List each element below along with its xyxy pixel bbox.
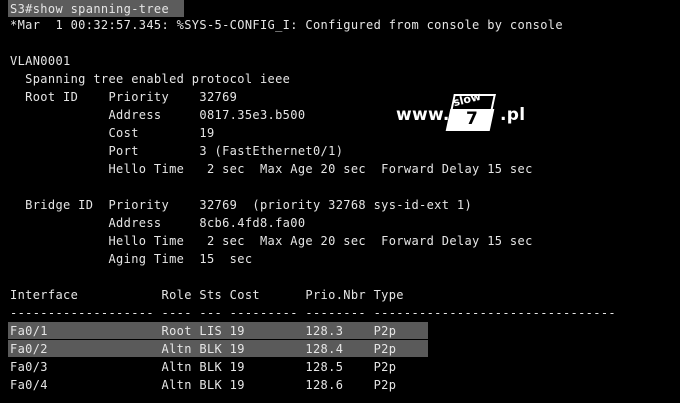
bridge-id-hello-time: Hello Time 2 sec Max Age 20 sec Forward … [10, 234, 533, 248]
vlan-name: VLAN0001 [10, 54, 71, 68]
protocol-line: Spanning tree enabled protocol ieee [10, 72, 291, 86]
terminal-window[interactable]: S3#show spanning-tree *Mar 1 00:32:57.34… [0, 0, 680, 403]
table-row: Fa0/2 Altn BLK 19 128.4 P2p [10, 342, 397, 356]
root-id-priority: Root ID Priority 32769 [10, 90, 238, 104]
table-row: Fa0/4 Altn BLK 19 128.6 P2p [10, 378, 397, 392]
table-header: Interface Role Sts Cost Prio.Nbr Type [10, 288, 404, 302]
bridge-id-priority: Bridge ID Priority 32769 (priority 32768… [10, 198, 473, 212]
log-message: *Mar 1 00:32:57.345: %SYS-5-CONFIG_I: Co… [10, 18, 563, 32]
watermark-badge: slow 7 [445, 90, 496, 132]
watermark-suffix: .pl [500, 105, 526, 125]
root-id-cost: Cost 19 [10, 126, 215, 140]
watermark-prefix: www. [396, 105, 450, 125]
badge-bottom-text: 7 [466, 109, 478, 129]
root-id-port: Port 3 (FastEthernet0/1) [10, 144, 344, 158]
root-id-hello-time: Hello Time 2 sec Max Age 20 sec Forward … [10, 162, 533, 176]
bridge-id-aging-time: Aging Time 15 sec [10, 252, 253, 266]
table-row: Fa0/3 Altn BLK 19 128.5 P2p [10, 360, 397, 374]
watermark-logo: www. slow 7 .pl [396, 90, 536, 138]
bridge-id-address: Address 8cb6.4fd8.fa00 [10, 216, 306, 230]
root-id-address: Address 0817.35e3.b500 [10, 108, 306, 122]
table-separator: ------------------- ---- --- --------- -… [10, 306, 616, 320]
table-row: Fa0/1 Root LIS 19 128.3 P2p [10, 324, 397, 338]
